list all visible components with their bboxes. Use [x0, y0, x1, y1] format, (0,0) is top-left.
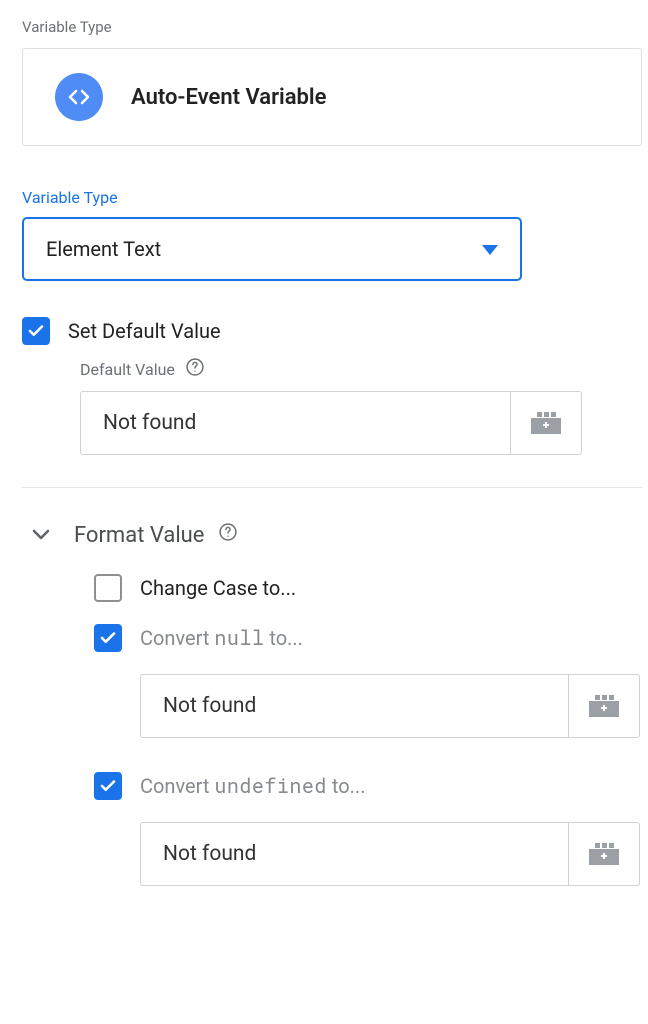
default-value-field-label: Default Value: [80, 357, 648, 381]
chevron-down-icon: [32, 526, 50, 545]
variable-subtype-select[interactable]: Element Text: [22, 217, 522, 281]
variable-type-name: Auto-Event Variable: [131, 85, 326, 110]
select-value: Element Text: [46, 237, 161, 261]
variable-picker-button[interactable]: [568, 674, 640, 738]
variable-picker-button[interactable]: [568, 822, 640, 886]
convert-undefined-checkbox[interactable]: [94, 772, 122, 800]
convert-null-label: Convert null to...: [140, 625, 303, 651]
section-divider: [22, 487, 642, 488]
default-value-input[interactable]: Not found: [80, 391, 510, 455]
caret-down-icon: [482, 240, 498, 259]
variable-type-label: Variable Type: [22, 18, 648, 36]
variable-picker-button[interactable]: [510, 391, 582, 455]
change-case-checkbox[interactable]: [94, 574, 122, 602]
variable-type-box[interactable]: Auto-Event Variable: [22, 48, 642, 146]
convert-undefined-label: Convert undefined to...: [140, 773, 365, 799]
variable-type-section: Variable Type Auto-Event Variable: [22, 18, 648, 146]
convert-undefined-input[interactable]: Not found: [140, 822, 568, 886]
variable-subtype-section: Variable Type Element Text: [22, 188, 648, 281]
code-angles-icon: [55, 73, 103, 121]
convert-null-checkbox[interactable]: [94, 624, 122, 652]
format-value-title: Format Value: [74, 522, 238, 548]
format-value-section: Format Value Change Case to... Conve: [22, 522, 648, 886]
format-value-header[interactable]: Format Value: [32, 522, 648, 548]
help-icon[interactable]: [185, 357, 205, 381]
default-value-section: Set Default Value Default Value Not foun…: [22, 317, 648, 455]
set-default-value-checkbox[interactable]: [22, 317, 50, 345]
help-icon[interactable]: [218, 522, 238, 548]
convert-null-input[interactable]: Not found: [140, 674, 568, 738]
variable-type-label-active: Variable Type: [22, 188, 648, 207]
set-default-value-label: Set Default Value: [68, 319, 221, 343]
change-case-label: Change Case to...: [140, 576, 296, 600]
